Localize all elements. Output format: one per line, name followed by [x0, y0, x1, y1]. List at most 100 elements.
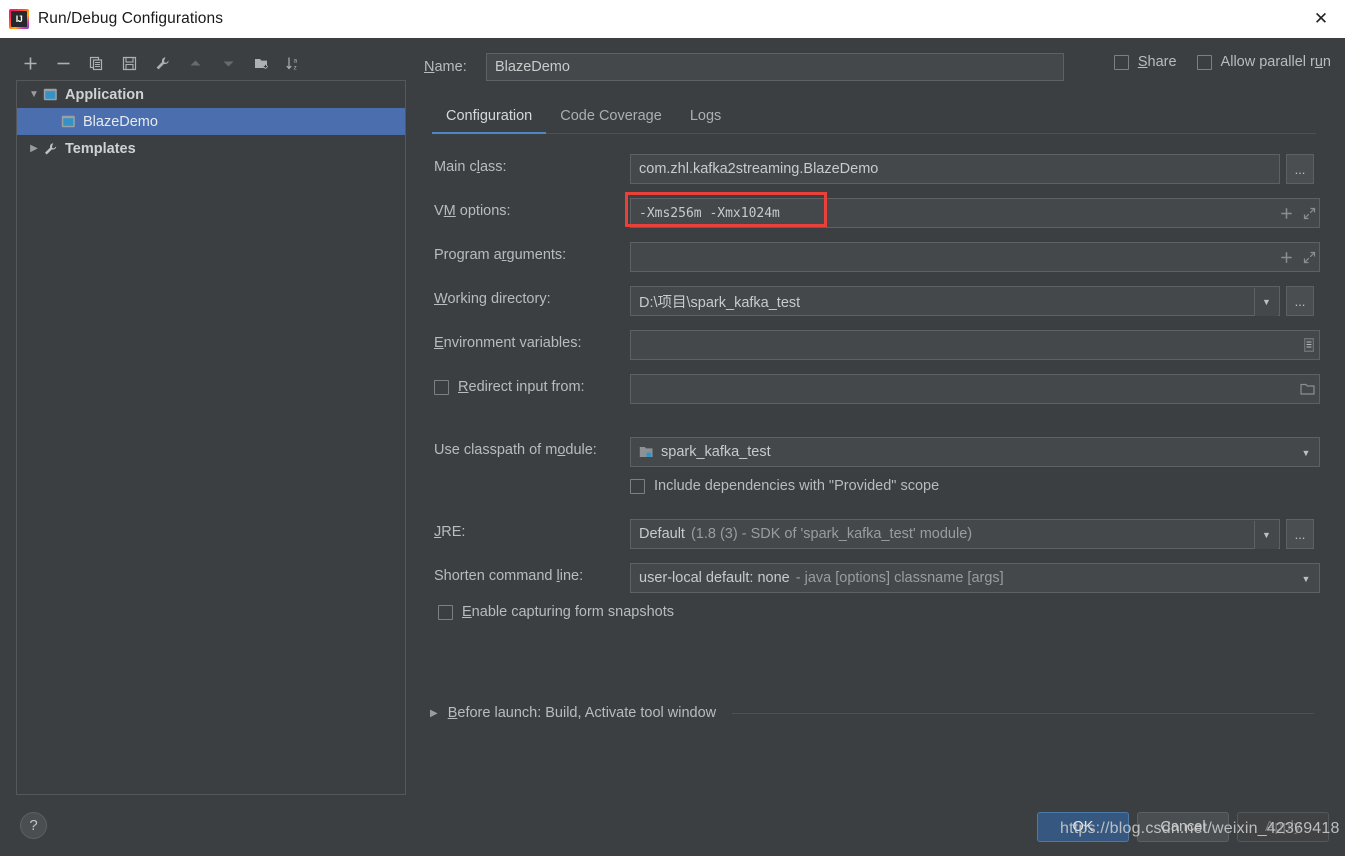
enable-capturing-checkbox[interactable]: Enable capturing form snapshots: [438, 604, 674, 620]
chevron-down-icon[interactable]: ▼: [1294, 439, 1318, 467]
save-icon: [122, 56, 137, 70]
shorten-command-line-value: user-local default: none: [639, 570, 790, 586]
chevron-down-icon[interactable]: ▼: [1254, 288, 1278, 316]
minus-icon: [57, 62, 70, 64]
run-debug-configurations-dialog: IJ Run/Debug Configurations ✕ a z ▼ Appl…: [0, 0, 1345, 856]
share-checkbox[interactable]: Share: [1113, 54, 1177, 70]
program-arguments-label: Program arguments:: [434, 247, 567, 263]
configurations-tree[interactable]: ▼ Application BlazeDemo ▶ Templates: [16, 80, 406, 795]
tab-code-coverage[interactable]: Code Coverage: [546, 108, 676, 133]
application-icon: [43, 88, 65, 102]
tree-item-label: BlazeDemo: [83, 113, 158, 130]
checkbox-box[interactable]: [434, 379, 449, 395]
checkbox-box[interactable]: [438, 604, 453, 620]
shorten-command-line-detail: - java [options] classname [args]: [795, 570, 1004, 586]
chevron-down-icon[interactable]: ▼: [1254, 521, 1278, 549]
working-directory-row: Working directory: D:\项目\spark_kafka_tes…: [424, 280, 1324, 324]
main-class-browse-button[interactable]: ...: [1286, 154, 1314, 184]
jre-row: JRE: Default (1.8 (3) - SDK of 'spark_ka…: [424, 513, 1324, 557]
redirect-input-row: Redirect input from:: [424, 368, 1324, 412]
copy-configuration-button[interactable]: [80, 49, 113, 77]
move-down-button[interactable]: [212, 49, 245, 77]
chevron-right-icon[interactable]: ▶: [424, 708, 438, 719]
env-list-icon[interactable]: [1302, 337, 1316, 353]
tab-logs[interactable]: Logs: [676, 108, 735, 133]
checkbox-box[interactable]: [1196, 54, 1212, 70]
move-up-button[interactable]: [179, 49, 212, 77]
logo-text: IJ: [11, 11, 27, 27]
jre-label: JRE:: [434, 524, 466, 540]
vm-options-input[interactable]: -Xms256m -Xmx1024m: [630, 198, 1320, 228]
folder-add-icon: [254, 58, 268, 69]
wrench-icon: [156, 56, 169, 69]
working-directory-browse-button[interactable]: ...: [1286, 286, 1314, 316]
use-classpath-module-combobox[interactable]: spark_kafka_test ▼: [630, 437, 1320, 467]
module-icon: [639, 447, 653, 457]
name-label: Name:: [424, 59, 467, 75]
wrench-icon: [43, 142, 65, 156]
vm-options-icons: [1280, 198, 1316, 228]
tree-item-label: Templates: [65, 140, 136, 157]
add-configuration-button[interactable]: [14, 49, 47, 77]
program-arguments-icons: [1280, 242, 1316, 272]
environment-variables-input[interactable]: [630, 330, 1320, 360]
use-classpath-module-row: Use classpath of module: spark_kafka_tes…: [424, 431, 1324, 475]
checkbox-box[interactable]: [630, 478, 645, 494]
expand-icon[interactable]: [1303, 207, 1316, 220]
application-icon: [61, 115, 83, 129]
main-class-label: Main class:: [434, 159, 507, 175]
chevron-down-icon[interactable]: ▼: [1294, 565, 1318, 593]
jre-combobox[interactable]: Default (1.8 (3) - SDK of 'spark_kafka_t…: [630, 519, 1280, 549]
plus-icon: [24, 57, 37, 69]
name-input[interactable]: BlazeDemo: [486, 53, 1064, 81]
help-button[interactable]: ?: [20, 812, 47, 839]
environment-variables-label: Environment variables:: [434, 335, 582, 351]
jre-browse-button[interactable]: ...: [1286, 519, 1314, 549]
program-arguments-input[interactable]: [630, 242, 1320, 272]
shorten-command-line-row: Shorten command line: user-local default…: [424, 557, 1324, 601]
redirect-input-checkbox[interactable]: Redirect input from:: [434, 379, 585, 395]
include-provided-checkbox[interactable]: Include dependencies with "Provided" sco…: [630, 478, 939, 494]
checkbox-box[interactable]: [1113, 54, 1129, 70]
intellij-idea-logo-icon: IJ: [9, 9, 29, 29]
tree-item-blazedemo[interactable]: BlazeDemo: [17, 108, 405, 135]
allow-parallel-run-checkbox[interactable]: Allow parallel run: [1196, 54, 1331, 70]
save-configuration-button[interactable]: [113, 49, 146, 77]
folder-open-icon[interactable]: [1300, 382, 1316, 396]
edit-templates-button[interactable]: [146, 49, 179, 77]
sort-alphabetically-button[interactable]: a z: [278, 49, 311, 77]
tree-item-application[interactable]: ▼ Application: [17, 81, 405, 108]
jre-value-main: Default: [639, 526, 685, 542]
plus-icon[interactable]: [1280, 207, 1293, 220]
chevron-down-icon[interactable]: ▼: [25, 89, 43, 100]
working-directory-input[interactable]: D:\项目\spark_kafka_test ▼: [630, 286, 1280, 316]
before-launch-section[interactable]: ▶ Before launch: Build, Activate tool wi…: [424, 701, 1314, 725]
close-icon[interactable]: ✕: [1297, 0, 1345, 38]
sort-az-icon: a z: [286, 57, 298, 71]
before-launch-label: Before launch: Build, Activate tool wind…: [447, 705, 717, 721]
arrow-down-icon: [223, 61, 234, 66]
before-launch-divider: [732, 712, 1314, 714]
form-spacer: [424, 412, 1324, 431]
tree-item-templates[interactable]: ▶ Templates: [17, 135, 405, 162]
chevron-right-icon[interactable]: ▶: [25, 143, 43, 154]
watermark-text: https://blog.csdn.net/weixin_42369418: [1060, 820, 1340, 837]
include-provided-row: Include dependencies with "Provided" sco…: [424, 475, 1324, 513]
jre-value-detail: (1.8 (3) - SDK of 'spark_kafka_test' mod…: [690, 526, 973, 542]
enable-capturing-label: Enable capturing form snapshots: [462, 604, 674, 620]
shorten-command-line-label: Shorten command line:: [434, 568, 584, 584]
plus-icon[interactable]: [1280, 251, 1293, 264]
allow-parallel-run-label: Allow parallel run: [1220, 54, 1331, 70]
configurations-toolbar: a z: [14, 48, 394, 78]
redirect-input-field[interactable]: [630, 374, 1320, 404]
vm-options-label: VM options:: [434, 203, 511, 219]
tab-configuration[interactable]: Configuration: [432, 108, 547, 134]
program-arguments-row: Program arguments:: [424, 236, 1324, 280]
remove-configuration-button[interactable]: [47, 49, 80, 77]
main-class-input[interactable]: com.zhl.kafka2streaming.BlazeDemo: [630, 154, 1280, 184]
shorten-command-line-combobox[interactable]: user-local default: none - java [options…: [630, 563, 1320, 593]
environment-variables-icons: [1302, 330, 1316, 360]
title-bar: IJ Run/Debug Configurations ✕: [0, 0, 1345, 38]
expand-icon[interactable]: [1303, 251, 1316, 264]
new-folder-button[interactable]: [245, 49, 278, 77]
